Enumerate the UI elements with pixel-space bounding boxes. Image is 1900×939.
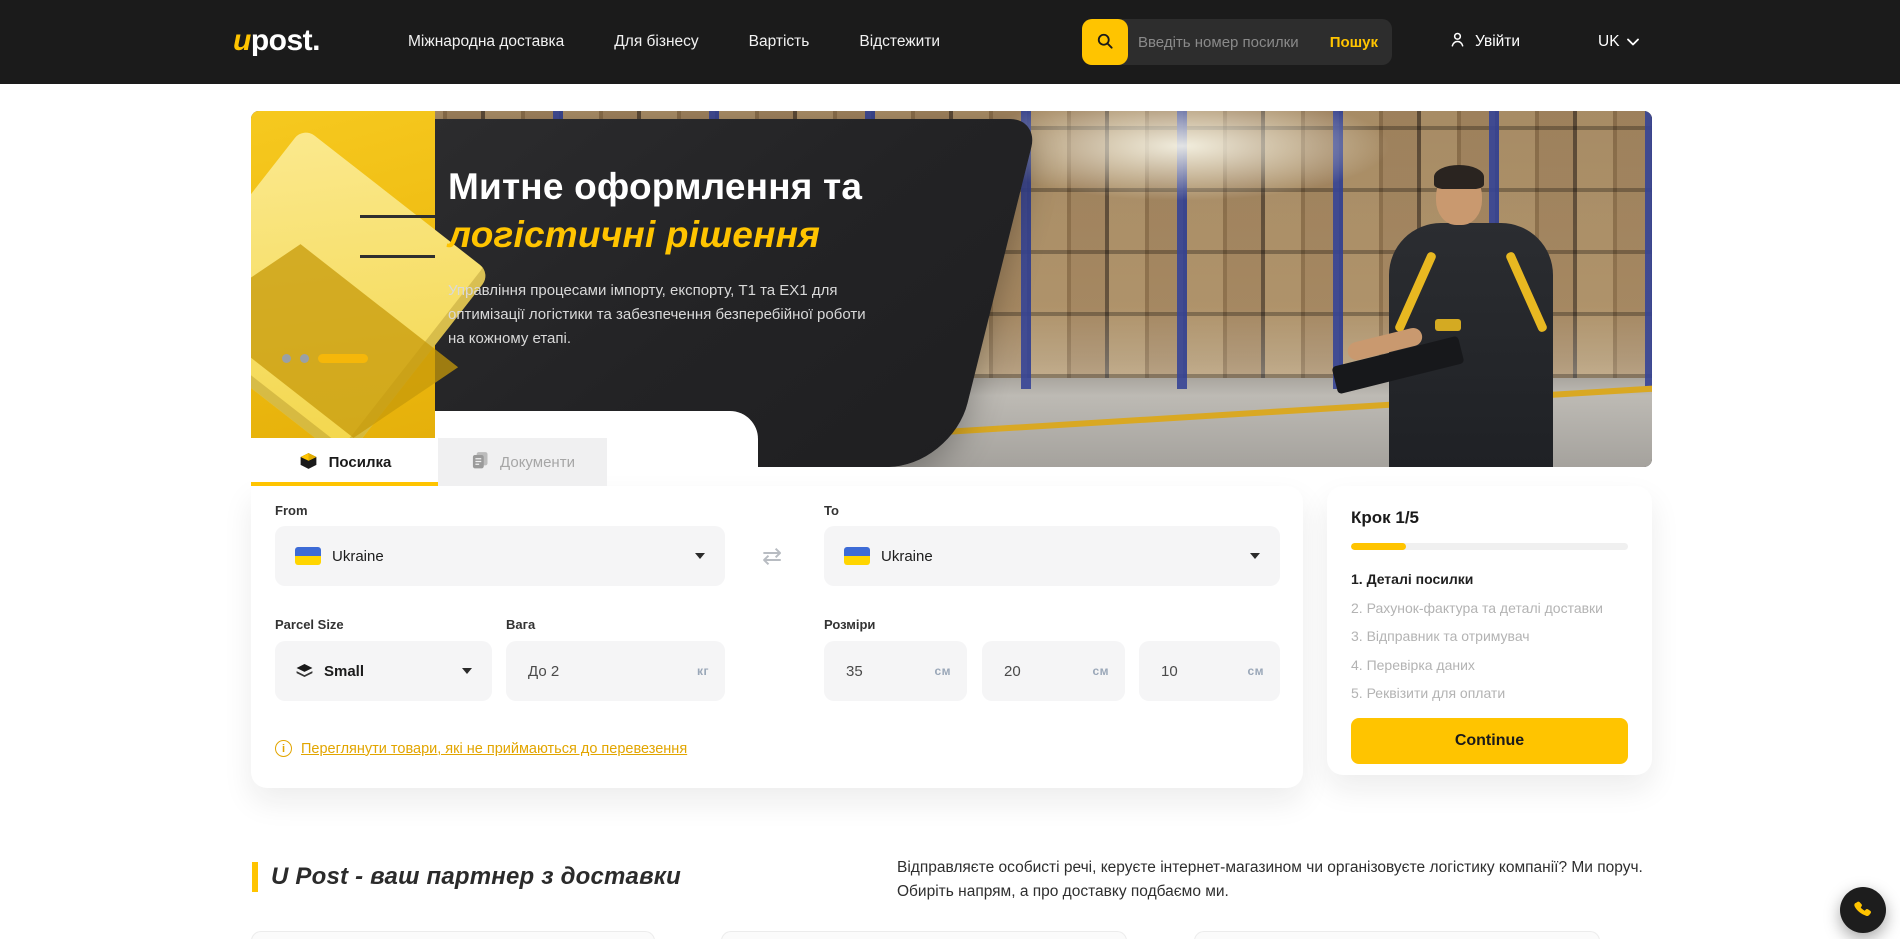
to-country-select[interactable]: Ukraine: [824, 526, 1280, 586]
chevron-down-icon: [1627, 33, 1639, 51]
dimension-height-field: см: [1139, 641, 1280, 701]
carousel-dot-3-active[interactable]: [318, 354, 368, 363]
step-item-5: 5. Реквізити для оплати: [1351, 685, 1628, 701]
caret-down-icon: [462, 668, 472, 674]
user-icon: [1448, 30, 1467, 54]
carousel-dot-2[interactable]: [300, 354, 309, 363]
language-selector[interactable]: UK: [1598, 0, 1639, 84]
logo[interactable]: upost.: [233, 24, 320, 58]
step-item-3: 3. Відправник та отримувач: [1351, 628, 1628, 644]
nav-link-track[interactable]: Відстежити: [859, 33, 940, 51]
about-title: U Post - ваш партнер з доставки: [271, 863, 681, 891]
tracking-search: Пошук: [1082, 19, 1392, 65]
dimension-width-field: см: [982, 641, 1125, 701]
step-item-4: 4. Перевірка даних: [1351, 657, 1628, 673]
parcel-size-label: Parcel Size: [275, 617, 344, 632]
caret-down-icon: [1250, 553, 1260, 559]
step-item-2: 2. Рахунок-фактура та деталі доставки: [1351, 600, 1628, 616]
phone-icon: [1851, 898, 1875, 922]
courier-head: [1436, 169, 1482, 225]
steps-list: 1. Деталі посилки 2. Рахунок-фактура та …: [1351, 571, 1628, 701]
parcel-box-icon: [298, 450, 319, 475]
dimension-width-input[interactable]: [982, 641, 1125, 701]
step-item-1: 1. Деталі посилки: [1351, 571, 1628, 587]
main-nav: Міжнародна доставка Для бізнесу Вартість…: [408, 0, 940, 84]
hero-envelope-image: [251, 111, 435, 467]
tab-documents-label: Документи: [500, 454, 575, 471]
restricted-items-link-text: Переглянути товари, які не приймаються д…: [301, 741, 687, 757]
dimension-length-input[interactable]: [824, 641, 967, 701]
tracking-number-input[interactable]: [1138, 19, 1308, 65]
warehouse-light-graphic: [972, 111, 1392, 201]
hero-title-line1: Митне оформлення та: [448, 166, 862, 207]
from-country-select[interactable]: Ukraine: [275, 526, 725, 586]
about-heading: U Post - ваш партнер з доставки: [252, 862, 681, 892]
shipment-form-card: From Ukraine ⇄ To Ukraine Parcel Size Sm…: [251, 486, 1303, 788]
swap-directions-button[interactable]: ⇄: [757, 542, 787, 572]
hero-title: Митне оформлення та логістичні рішення: [448, 163, 928, 259]
search-icon: [1095, 31, 1115, 54]
documents-icon: [470, 450, 490, 474]
about-text: Відправляєте особисті речі, керуєте інте…: [897, 856, 1657, 904]
login-label: Увійти: [1475, 33, 1520, 51]
nav-link-international[interactable]: Міжнародна доставка: [408, 33, 564, 51]
from-label: From: [275, 503, 308, 518]
heading-accent-bar: [252, 862, 258, 892]
hero-carousel: Митне оформлення та логістичні рішення У…: [251, 111, 1652, 467]
direction-card-stub[interactable]: [251, 931, 655, 939]
search-submit-button[interactable]: Пошук: [1330, 19, 1378, 65]
to-country-value: Ukraine: [881, 548, 933, 565]
carousel-dots: [282, 354, 368, 363]
ukraine-flag-icon: [295, 547, 321, 565]
logo-text: post.: [251, 24, 320, 57]
steps-title: Крок 1/5: [1351, 508, 1628, 528]
nav-link-business[interactable]: Для бізнесу: [614, 33, 698, 51]
direction-card-stub[interactable]: [721, 931, 1127, 939]
carousel-dot-1[interactable]: [282, 354, 291, 363]
hero-title-line2: логістичні рішення: [448, 214, 820, 255]
restricted-items-link[interactable]: i Переглянути товари, які не приймаються…: [275, 740, 687, 757]
parcel-size-icon: [295, 662, 314, 681]
language-label: UK: [1598, 33, 1620, 51]
phone-contact-button[interactable]: [1840, 887, 1886, 933]
dimension-length-field: см: [824, 641, 967, 701]
dimension-height-input[interactable]: [1139, 641, 1280, 701]
logo-accent: u: [233, 24, 251, 57]
ukraine-flag-icon: [844, 547, 870, 565]
info-icon: i: [275, 740, 292, 757]
weight-input[interactable]: [506, 641, 725, 701]
progress-bar: [1351, 543, 1628, 550]
caret-down-icon: [695, 553, 705, 559]
progress-fill: [1351, 543, 1406, 550]
direction-card-stub[interactable]: [1194, 931, 1600, 939]
weight-label: Вага: [506, 617, 535, 632]
hero-description: Управління процесами імпорту, експорту, …: [448, 279, 878, 351]
steps-panel: Крок 1/5 1. Деталі посилки 2. Рахунок-фа…: [1327, 486, 1652, 775]
login-button[interactable]: Увійти: [1448, 0, 1520, 84]
weight-field: кг: [506, 641, 725, 701]
tab-parcel-label: Посилка: [329, 454, 392, 471]
nav-link-pricing[interactable]: Вартість: [749, 33, 810, 51]
navbar: upost. Міжнародна доставка Для бізнесу В…: [0, 0, 1900, 84]
dimensions-label: Розміри: [824, 617, 875, 632]
tab-parcel[interactable]: Посилка: [251, 438, 438, 486]
tab-documents[interactable]: Документи: [438, 438, 607, 486]
page: upost. Міжнародна доставка Для бізнесу В…: [0, 0, 1900, 939]
to-label: To: [824, 503, 839, 518]
hero-text-block: Митне оформлення та логістичні рішення У…: [448, 163, 928, 351]
continue-button[interactable]: Continue: [1351, 718, 1628, 764]
from-country-value: Ukraine: [332, 548, 384, 565]
shipment-tabs: Посилка Документи: [251, 438, 607, 486]
parcel-size-select[interactable]: Small: [275, 641, 492, 701]
search-button[interactable]: [1082, 19, 1128, 65]
parcel-size-value: Small: [324, 663, 364, 680]
